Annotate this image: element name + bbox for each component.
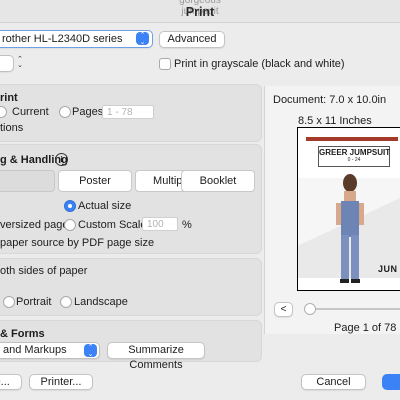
brand-logo: JUN xyxy=(378,264,398,274)
portrait-radio[interactable] xyxy=(3,296,15,308)
select-stepper-icon: ⌃ ⌄ xyxy=(84,344,97,358)
options-label: tions xyxy=(0,122,24,134)
window-title: Print xyxy=(185,5,215,19)
copies-stepper-icon[interactable]: ⌃ ⌄ xyxy=(14,55,26,70)
custom-scale-input[interactable]: 100 xyxy=(142,217,178,231)
preview-title: GREER JUMPSUIT xyxy=(319,148,391,157)
page-count-label: Page 1 of 78 xyxy=(334,322,397,334)
page-slider-knob[interactable] xyxy=(304,303,316,315)
portrait-label: Portrait xyxy=(16,296,52,308)
document-size-label: Document: 7.0 x 10.0in xyxy=(273,94,387,106)
advanced-button[interactable]: Advanced xyxy=(159,31,225,48)
pages-header: rint xyxy=(0,92,18,104)
printer-select-value: rother HL-L2340D series xyxy=(2,33,123,45)
landscape-radio[interactable] xyxy=(60,296,72,308)
page-preview: GREER JUMPSUIT 0 - 24 JUN xyxy=(297,127,400,291)
tab-booklet[interactable]: Booklet xyxy=(181,170,255,192)
paper-source-label: paper source by PDF page size xyxy=(0,237,155,249)
page-slider-track[interactable] xyxy=(304,308,400,310)
model-photo xyxy=(336,174,364,283)
actual-size-radio[interactable] xyxy=(64,200,76,212)
custom-scale-label: Custom Scale: xyxy=(78,219,150,231)
preview-title-box: GREER JUMPSUIT 0 - 24 xyxy=(318,146,390,167)
paper-size-label: 8.5 x 11 Inches xyxy=(298,115,372,127)
tab-size[interactable] xyxy=(0,170,55,192)
pages-radio[interactable] xyxy=(59,106,71,118)
duplex-label: oth sides of paper xyxy=(0,265,88,277)
brand-logo-text: JUN xyxy=(378,264,398,274)
preview-header-bar xyxy=(306,137,398,141)
page-range-input[interactable]: 1 - 78 xyxy=(102,105,154,119)
printer-select[interactable]: rother HL-L2340D series ⌃ ⌄ xyxy=(0,30,153,48)
tab-poster[interactable]: Poster xyxy=(58,170,132,192)
select-stepper-icon: ⌃ ⌄ xyxy=(136,32,149,46)
pages-label: Pages xyxy=(72,106,104,118)
print-button[interactable] xyxy=(382,374,400,390)
current-label: Current xyxy=(12,106,49,118)
grayscale-checkbox[interactable] xyxy=(159,58,171,70)
percent-label: % xyxy=(182,219,192,231)
summarize-comments-button[interactable]: Summarize Comments xyxy=(107,342,205,371)
actual-size-label: Actual size xyxy=(78,200,132,212)
custom-scale-radio[interactable] xyxy=(64,219,76,231)
preview-subtitle: 0 - 24 xyxy=(347,157,361,163)
cancel-button[interactable]: Cancel xyxy=(301,374,366,390)
info-icon[interactable]: i xyxy=(55,153,68,166)
pdf-menu-button[interactable]: O... xyxy=(0,374,22,390)
forms-select[interactable]: and Markups ⌃ ⌄ xyxy=(0,342,100,359)
forms-header: & Forms xyxy=(0,328,45,340)
forms-select-value: and Markups xyxy=(3,344,67,356)
printer-info-button[interactable]: Printer... xyxy=(29,374,93,390)
oversized-label: versized pages xyxy=(0,219,74,231)
copies-field[interactable] xyxy=(0,55,14,72)
grayscale-label: Print in grayscale (black and white) xyxy=(174,58,345,70)
previous-page-button[interactable]: < xyxy=(274,302,293,317)
landscape-label: Landscape xyxy=(74,296,128,308)
